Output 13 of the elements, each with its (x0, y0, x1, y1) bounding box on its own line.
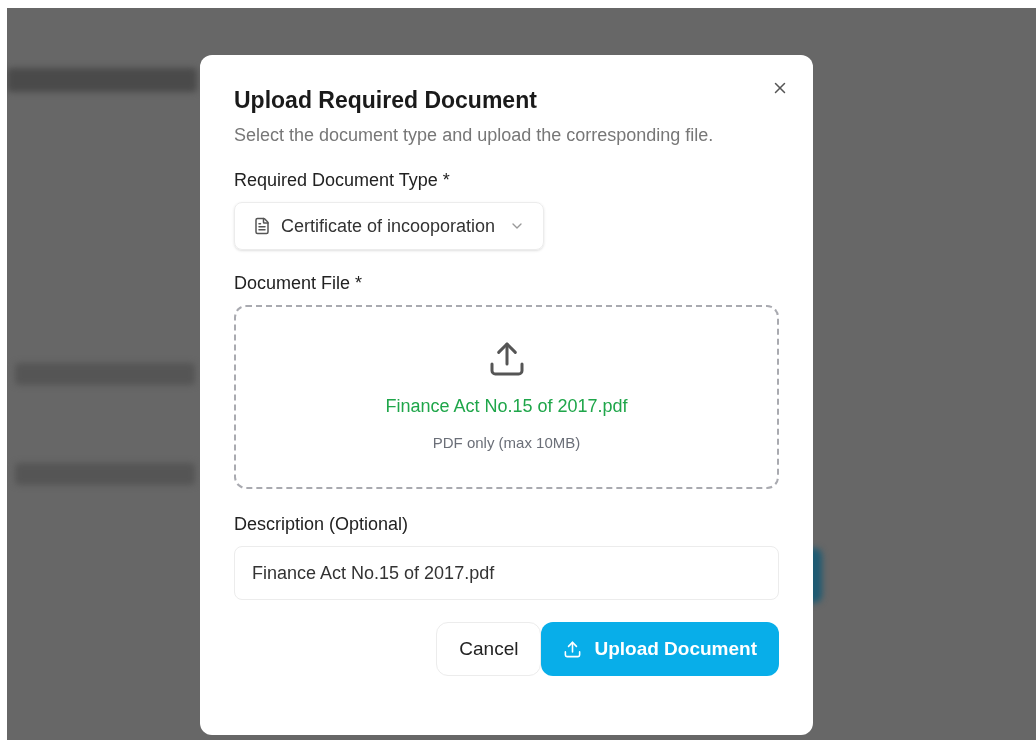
field-label: Description (Optional) (234, 513, 410, 536)
cancel-button[interactable]: Cancel (436, 622, 542, 676)
dialog-description: Select the document type and upload the corresponding file. (234, 124, 715, 147)
field-label: Document File * (234, 272, 364, 295)
dialog-title: Upload Required Document (234, 86, 538, 115)
file-drop-zone[interactable]: Finance Act No.15 of 2017.pdf PDF only (max 10MB) (234, 305, 779, 489)
document-type-dropdown[interactable]: Certificate of incooporation (234, 202, 545, 250)
file-hint: PDF only (max 10MB) (432, 433, 581, 454)
document-icon (253, 217, 271, 235)
upload-icon (563, 639, 583, 659)
field-label: Required Document Type * (234, 169, 451, 192)
description-input[interactable]: Finance Act No.15 of 2017.pdf (234, 546, 779, 600)
selected-file-name: Finance Act No.15 of 2017.pdf (385, 395, 628, 419)
